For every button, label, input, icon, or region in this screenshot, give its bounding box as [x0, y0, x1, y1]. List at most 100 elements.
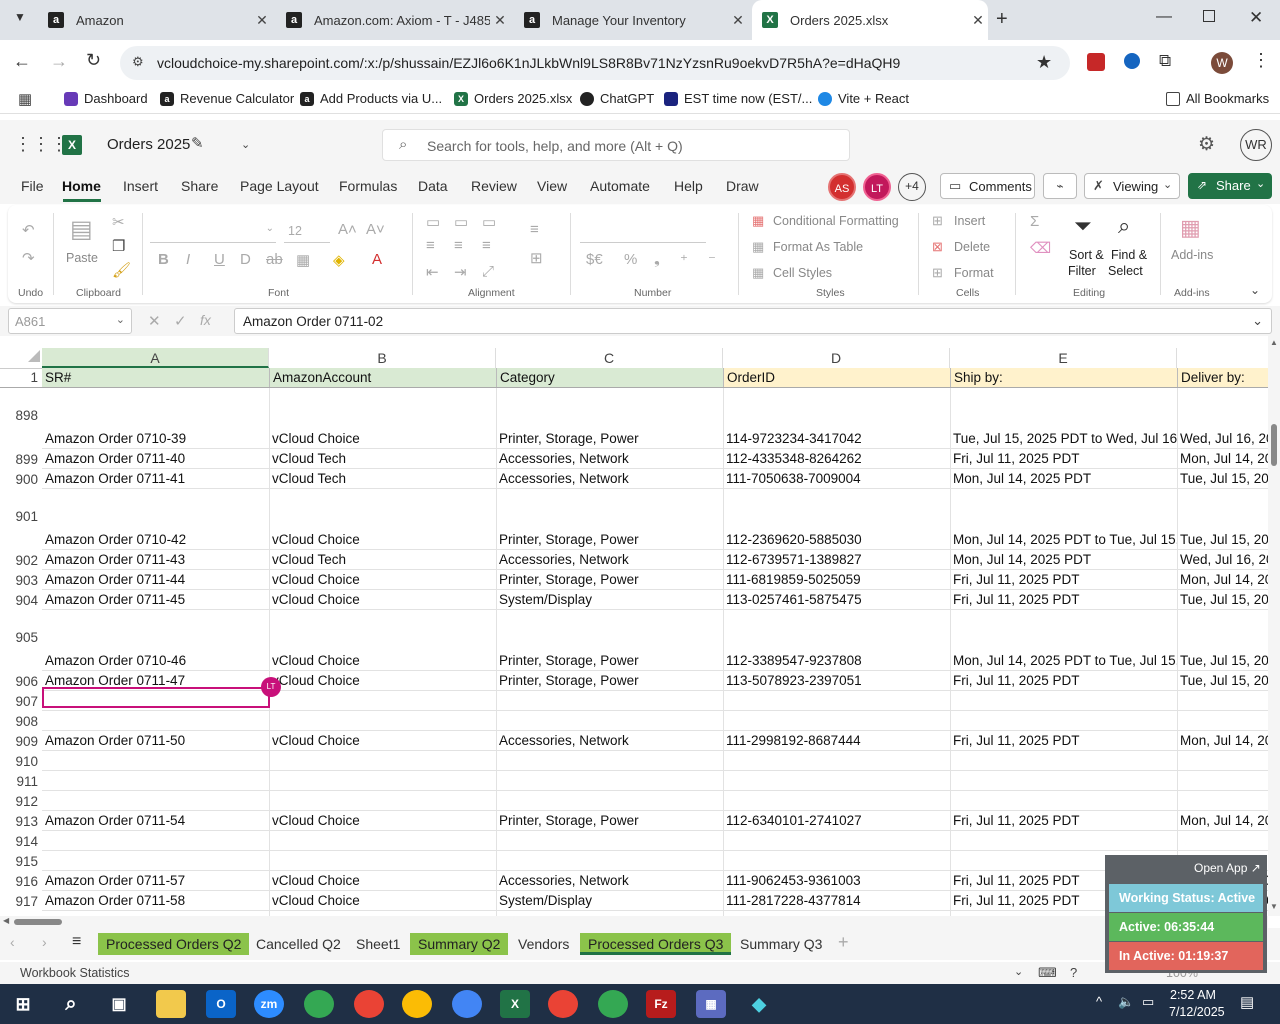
search-box[interactable]: ⌕ Search for tools, help, and more (Alt … — [382, 129, 850, 161]
tab-insert[interactable]: Insert — [123, 178, 158, 194]
table-cell[interactable] — [496, 791, 723, 811]
align-left-icon[interactable]: ≡ — [426, 237, 435, 254]
prev-sheet-icon[interactable]: ‹ — [10, 934, 15, 950]
table-cell[interactable]: Accessories, Network — [496, 871, 723, 891]
collaborator-avatar[interactable]: LT — [863, 173, 891, 201]
table-cell[interactable] — [42, 711, 269, 731]
chevron-down-icon[interactable]: ⌄ — [1014, 965, 1023, 978]
table-cell[interactable]: Amazon Order 0711-41 — [42, 469, 269, 489]
row-number[interactable]: 908 — [0, 714, 42, 729]
insert-function-icon[interactable]: fx — [200, 312, 211, 328]
table-cell[interactable] — [723, 771, 950, 791]
addins-icon[interactable]: ▦ — [1180, 215, 1201, 241]
task-view-icon[interactable]: ▣ — [104, 990, 134, 1018]
cut-icon[interactable]: ✂ — [112, 213, 125, 231]
tab-page-layout[interactable]: Page Layout — [240, 178, 319, 194]
insert-cells-button[interactable]: Insert — [954, 214, 985, 228]
table-cell[interactable]: Amazon Order 0711-40 — [42, 449, 269, 469]
clear-icon[interactable]: ⌫ — [1030, 239, 1051, 257]
column-header-c[interactable]: C — [496, 348, 723, 368]
table-cell[interactable]: vCloud Choice — [269, 429, 496, 449]
bookmark-est-time[interactable]: EST time now (EST/... — [664, 91, 812, 106]
table-cell[interactable]: 113-5078923-2397051 — [723, 671, 950, 691]
tab-home[interactable]: Home — [62, 178, 101, 194]
tab-automate[interactable]: Automate — [590, 178, 650, 194]
table-cell[interactable] — [950, 751, 1177, 771]
table-cell[interactable]: Amazon Order 0710-39 — [42, 429, 269, 449]
row-number[interactable]: 915 — [0, 854, 42, 869]
table-cell[interactable] — [1177, 831, 1268, 851]
table-cell[interactable] — [723, 831, 950, 851]
format-as-table-button[interactable]: Format As Table — [773, 240, 863, 254]
table-cell[interactable]: vCloud Choice — [269, 811, 496, 831]
table-cell[interactable]: vCloud Choice — [269, 530, 496, 550]
table-cell[interactable]: Mon, Jul 14, 2025 PDT to Tue, Jul 15, 2 — [950, 651, 1177, 671]
row-number[interactable]: 899 — [0, 452, 42, 467]
tab-share[interactable]: Share — [181, 178, 218, 194]
app-icon[interactable]: ◆ — [744, 990, 774, 1018]
table-cell[interactable]: Amazon Order 0711-54 — [42, 811, 269, 831]
table-cell[interactable]: vCloud Choice — [269, 651, 496, 671]
sort-filter-label[interactable]: Sort & — [1069, 248, 1104, 262]
table-cell[interactable]: Fri, Jul 11, 2025 PDT — [950, 590, 1177, 610]
bookmark-vite-react[interactable]: Vite + React — [818, 91, 909, 106]
wrap-text-icon[interactable]: ≡ — [530, 221, 539, 238]
row-number[interactable]: 904 — [0, 593, 42, 608]
table-cell[interactable]: 111-6819859-5025059 — [723, 570, 950, 590]
decrease-font-icon[interactable]: A˅ — [366, 221, 385, 238]
bookmark-chatgpt[interactable]: ChatGPT — [580, 91, 654, 106]
all-bookmarks[interactable]: All Bookmarks — [1166, 91, 1269, 106]
sheet-tab[interactable]: Summary Q3 — [732, 933, 830, 955]
table-cell[interactable] — [950, 711, 1177, 731]
column-header-e[interactable]: E — [950, 348, 1177, 368]
volume-icon[interactable]: 🔈 — [1118, 994, 1134, 1010]
browser-tab[interactable]: a Manage Your Inventory ✕ — [514, 0, 748, 40]
row-number[interactable]: 912 — [0, 794, 42, 809]
add-sheet-icon[interactable]: + — [838, 932, 849, 953]
bookmark-add-products[interactable]: a Add Products via U... — [300, 91, 442, 106]
next-sheet-icon[interactable]: › — [42, 934, 47, 950]
row-number[interactable]: 914 — [0, 834, 42, 849]
filezilla-icon[interactable]: Fz — [646, 990, 676, 1018]
table-cell[interactable]: Accessories, Network — [496, 469, 723, 489]
table-cell[interactable]: Printer, Storage, Power — [496, 811, 723, 831]
table-cell[interactable]: Tue, Jul 15, 202 — [1177, 590, 1268, 610]
table-cell[interactable]: System/Display — [496, 590, 723, 610]
align-top-icon[interactable]: ▭ — [426, 213, 440, 231]
column-header-b[interactable]: B — [269, 348, 496, 368]
table-cell[interactable]: Mon, Jul 14, 2025 PDT to Tue, Jul 15, 2 — [950, 530, 1177, 550]
table-cell[interactable]: 112-2369620-5885030 — [723, 530, 950, 550]
increase-decimal-icon[interactable]: ⁺ — [680, 251, 688, 269]
bookmark-dashboard[interactable]: Dashboard — [64, 91, 148, 106]
row-number[interactable]: 910 — [0, 754, 42, 769]
table-cell[interactable] — [269, 751, 496, 771]
table-cell[interactable] — [723, 691, 950, 711]
select-all-corner[interactable] — [28, 350, 40, 362]
collaborator-avatar[interactable]: AS — [828, 173, 856, 201]
close-window-button[interactable]: ✕ — [1249, 8, 1263, 28]
format-painter-icon[interactable]: 🖌 — [112, 261, 131, 279]
chrome-icon[interactable] — [598, 990, 628, 1018]
reload-icon[interactable]: ↻ — [86, 50, 101, 71]
table-cell[interactable]: Wed, Jul 16, 20 — [1177, 550, 1268, 570]
table-cell[interactable]: vCloud Tech — [269, 469, 496, 489]
forward-icon[interactable]: → — [50, 51, 68, 72]
table-cell[interactable] — [1177, 751, 1268, 771]
table-cell[interactable]: Amazon Order 0711-45 — [42, 590, 269, 610]
table-cell[interactable]: Fri, Jul 11, 2025 PDT — [950, 449, 1177, 469]
file-explorer-icon[interactable] — [156, 990, 186, 1018]
table-cell[interactable] — [950, 691, 1177, 711]
row-number[interactable]: 916 — [0, 874, 42, 889]
table-cell[interactable]: Amazon Order 0711-44 — [42, 570, 269, 590]
table-cell[interactable] — [1177, 691, 1268, 711]
cell-styles-button[interactable]: Cell Styles — [773, 266, 832, 280]
horizontal-scrollbar-thumb[interactable] — [14, 919, 62, 925]
cancel-entry-icon[interactable]: ✕ — [148, 312, 161, 330]
format-cells-button[interactable]: Format — [954, 266, 994, 280]
row-number[interactable]: 903 — [0, 573, 42, 588]
header-cell-deliver-by[interactable]: Deliver by: — [1177, 368, 1268, 388]
bookmark-orders-2025[interactable]: X Orders 2025.xlsx — [454, 91, 572, 106]
title-dropdown-icon[interactable]: ⌄ — [241, 138, 250, 151]
pdf-extension-icon[interactable] — [1087, 53, 1105, 71]
browser-tab[interactable]: a Amazon ✕ — [38, 0, 272, 40]
